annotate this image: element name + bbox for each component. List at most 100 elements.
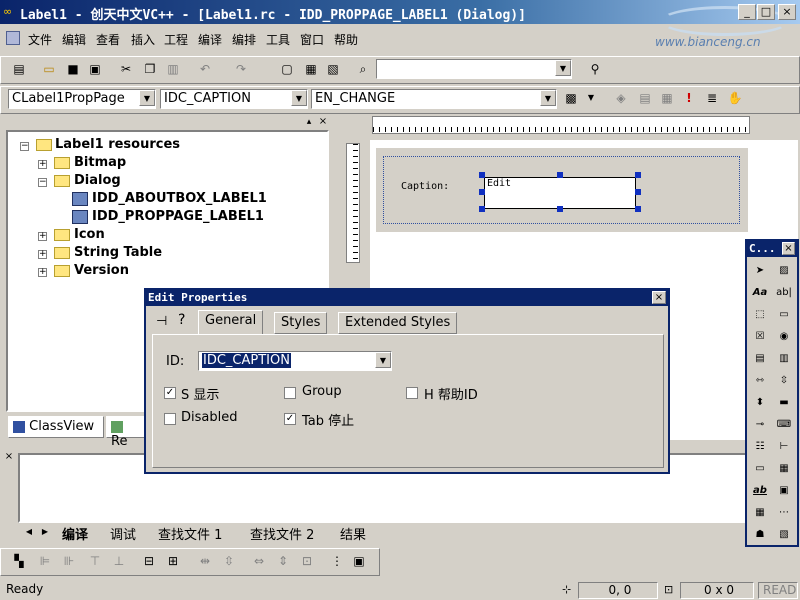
edit-box-icon[interactable]: ab| [774, 283, 794, 303]
help-icon[interactable]: ? [178, 312, 185, 328]
resize-handle[interactable] [635, 189, 641, 195]
horizontal-scroll-icon[interactable]: ⇿ [750, 371, 770, 391]
resize-handle[interactable] [635, 206, 641, 212]
list-box-icon[interactable]: ▥ [774, 349, 794, 369]
save-all-icon[interactable]: ▣ [86, 60, 104, 78]
canvas-edit-control[interactable]: Edit [484, 177, 636, 209]
chevron-down-icon[interactable]: ▼ [375, 352, 391, 368]
same-width-icon[interactable]: ⇔ [250, 552, 268, 570]
radio-button-icon[interactable]: ◉ [774, 327, 794, 347]
go-icon[interactable]: ≣ [703, 89, 721, 107]
cut-icon[interactable]: ✂ [117, 60, 135, 78]
paste-icon[interactable]: ▥ [164, 60, 182, 78]
picture-icon[interactable]: ▨ [774, 261, 794, 281]
resize-handle[interactable] [479, 189, 485, 195]
menu-layout[interactable]: 编排 [232, 31, 256, 48]
visible-checkbox-label[interactable]: S 显示 [181, 384, 219, 403]
menu-help[interactable]: 帮助 [334, 31, 358, 48]
combo-box-icon[interactable]: ▤ [750, 349, 770, 369]
document-icon[interactable] [6, 31, 20, 45]
month-calendar-icon[interactable]: ▦ [750, 503, 770, 523]
output-tab-build[interactable]: 编译 [62, 524, 88, 543]
breakpoint-hand-icon[interactable]: ✋ [726, 89, 744, 107]
same-height-icon[interactable]: ⇕ [274, 552, 292, 570]
resize-handle[interactable] [479, 172, 485, 178]
tree-item-proppage[interactable]: IDD_PROPPAGE_LABEL1 [92, 209, 264, 224]
tab-styles[interactable]: Styles [274, 312, 328, 334]
chevron-down-icon[interactable]: ▼ [291, 90, 307, 106]
animate-icon[interactable]: ▦ [774, 459, 794, 479]
output-tab-debug[interactable]: 调试 [110, 524, 136, 543]
tree-item-dialog[interactable]: Dialog [74, 173, 121, 188]
test-dialog-icon[interactable]: ▚ [10, 552, 28, 570]
properties-close-button[interactable]: × [652, 291, 666, 304]
toggle-guides-icon[interactable]: ▣ [350, 552, 368, 570]
build-icon[interactable]: ▤ [636, 89, 654, 107]
visible-checkbox[interactable]: ✓ [164, 387, 176, 399]
workspace-restore-icon[interactable]: ▴ [303, 117, 315, 128]
static-text-icon[interactable]: Aa [750, 283, 770, 303]
menu-insert[interactable]: 插入 [131, 31, 155, 48]
align-left-icon[interactable]: ⊫ [36, 552, 54, 570]
resize-handle[interactable] [557, 206, 563, 212]
button-icon[interactable]: ▭ [774, 305, 794, 325]
custom-control-icon[interactable]: ☗ [750, 525, 770, 545]
chevron-down-icon[interactable]: ▼ [540, 90, 556, 106]
slider-icon[interactable]: ⊸ [750, 415, 770, 435]
message-combo[interactable]: EN_CHANGE ▼ [311, 89, 557, 109]
spin-icon[interactable]: ⬍ [750, 393, 770, 413]
menu-build[interactable]: 编译 [198, 31, 222, 48]
group-checkbox-label[interactable]: Group [302, 384, 342, 399]
expander-minus-icon[interactable]: − [38, 178, 47, 187]
output-tab-find1[interactable]: 查找文件 1 [158, 524, 222, 543]
output-icon[interactable]: ▦ [302, 60, 320, 78]
redo-icon[interactable]: ↷ [232, 60, 250, 78]
disabled-checkbox[interactable] [164, 413, 176, 425]
chevron-down-icon[interactable]: ▼ [555, 60, 571, 76]
app-icon[interactable]: ∞ [3, 5, 17, 19]
search-binoculars-icon[interactable]: ⚲ [586, 60, 604, 78]
date-time-icon[interactable]: ▣ [774, 481, 794, 501]
workspace-icon[interactable]: ▢ [278, 60, 296, 78]
minimize-button[interactable]: _ [738, 4, 756, 20]
save-icon[interactable]: ■ [64, 60, 82, 78]
tabstop-checkbox-label[interactable]: Tab 停止 [302, 410, 354, 429]
progress-icon[interactable]: ▬ [774, 393, 794, 413]
disabled-checkbox-label[interactable]: Disabled [181, 410, 237, 425]
compile-icon[interactable]: ◈ [612, 89, 630, 107]
toggle-grid-icon[interactable]: ⋮ [328, 552, 346, 570]
tree-item-bitmap[interactable]: Bitmap [74, 155, 126, 170]
vertical-scroll-icon[interactable]: ⇳ [774, 371, 794, 391]
tree-item-icon[interactable]: Icon [74, 227, 105, 242]
class-combo[interactable]: CLabel1PropPage ▼ [8, 89, 156, 109]
group-box-icon[interactable]: ⬚ [750, 305, 770, 325]
help-id-checkbox-label[interactable]: H 帮助ID [424, 384, 478, 403]
expander-minus-icon[interactable]: − [20, 142, 29, 151]
menu-edit[interactable]: 编辑 [62, 31, 86, 48]
wizard-action-icon[interactable]: ▩ [562, 89, 580, 107]
resize-handle[interactable] [479, 206, 485, 212]
workspace-close-icon[interactable]: × [317, 117, 329, 128]
chevron-down-icon[interactable]: ▼ [582, 89, 600, 107]
tab-general[interactable]: General [198, 310, 264, 334]
pin-icon[interactable]: ⊣ [156, 314, 167, 329]
check-box-icon[interactable]: ☒ [750, 327, 770, 347]
ip-address-icon[interactable]: ⋯ [774, 503, 794, 523]
maximize-button[interactable]: □ [757, 4, 775, 20]
center-vertical-icon[interactable]: ⊟ [140, 552, 158, 570]
chevron-down-icon[interactable]: ▼ [139, 90, 155, 106]
pointer-icon[interactable]: ➤ [750, 261, 770, 281]
stop-build-icon[interactable]: ▦ [658, 89, 676, 107]
resize-handle[interactable] [557, 172, 563, 178]
tree-item-root[interactable]: Label1 resources [55, 137, 180, 152]
output-tab-results[interactable]: 结果 [340, 524, 366, 543]
extended-combo-icon[interactable]: ▧ [774, 525, 794, 545]
align-right-icon[interactable]: ⊪ [60, 552, 78, 570]
align-bottom-icon[interactable]: ⊥ [110, 552, 128, 570]
menu-project[interactable]: 工程 [164, 31, 188, 48]
help-id-checkbox[interactable] [406, 387, 418, 399]
find-combo[interactable]: ▼ [376, 59, 572, 79]
undo-icon[interactable]: ↶ [196, 60, 214, 78]
group-checkbox[interactable] [284, 387, 296, 399]
execute-icon[interactable]: ! [680, 89, 698, 107]
